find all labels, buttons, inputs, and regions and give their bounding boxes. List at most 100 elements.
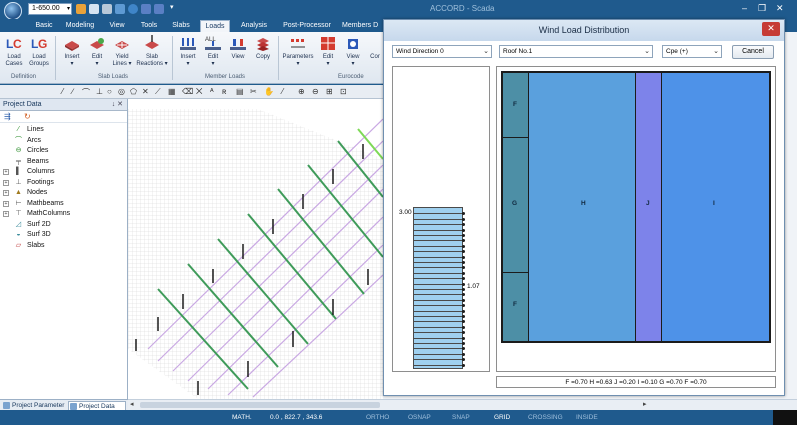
- tree-item-surf2d[interactable]: ◿ Surf 2D: [0, 220, 127, 231]
- cancel-button[interactable]: Cancel: [732, 45, 774, 59]
- circle-center-tool-icon[interactable]: ◎: [118, 87, 125, 96]
- tab-analysis[interactable]: Analysis: [236, 20, 272, 32]
- cpe-select[interactable]: Cpe (+) ⌄: [662, 45, 722, 58]
- eurocode-view-button[interactable]: View ▾: [342, 35, 364, 68]
- eurocode-edit-button[interactable]: Edit ▾: [317, 35, 339, 68]
- yield-lines-button[interactable]: Yield Lines ▾: [110, 35, 134, 68]
- chart-icon[interactable]: [115, 4, 125, 14]
- wind-direction-select[interactable]: Wind Direction 0 ⌄: [392, 45, 492, 58]
- tree-item-nodes[interactable]: + ▲ Nodes: [0, 188, 127, 199]
- horizontal-scrollbar[interactable]: ◂ ▸: [128, 399, 797, 410]
- tab-post-processor[interactable]: Post-Processor: [278, 20, 336, 32]
- filter-icon[interactable]: ⇶: [4, 112, 11, 121]
- zone-f-bottom[interactable]: F: [503, 273, 529, 341]
- load-cases-button[interactable]: LC Load Cases: [3, 35, 25, 68]
- refresh-icon[interactable]: ↻: [24, 112, 31, 121]
- eye-icon[interactable]: [89, 4, 99, 14]
- tree-item-columns[interactable]: + ▌ Columns: [0, 167, 127, 178]
- expand-icon[interactable]: +: [3, 211, 9, 217]
- member-edit-button[interactable]: ALL Edit ▾: [202, 35, 224, 68]
- member-insert-button[interactable]: Insert ▾: [177, 35, 199, 68]
- close-button[interactable]: ✕: [776, 3, 784, 14]
- pan-tool-icon[interactable]: ✋: [264, 87, 274, 96]
- rel-coord-icon[interactable]: ʀ: [222, 87, 226, 96]
- zone-f-top[interactable]: F: [503, 73, 529, 138]
- status-crossing[interactable]: CROSSING: [528, 410, 563, 425]
- down-arrow-icon[interactable]: [154, 4, 164, 14]
- tree-item-footings[interactable]: + ⊥ Footings: [0, 178, 127, 189]
- tree-item-lines[interactable]: ⁄ Lines: [0, 125, 127, 136]
- tab-tools[interactable]: Tools: [136, 20, 162, 32]
- member-view-button[interactable]: View: [227, 35, 249, 61]
- tree-item-mathbeams[interactable]: + ⊢ Mathbeams: [0, 199, 127, 210]
- parameters-button[interactable]: Parameters ▾: [282, 35, 314, 68]
- scroll-right-icon[interactable]: ▸: [643, 400, 647, 408]
- perpendicular-tool-icon[interactable]: ⊥: [96, 87, 103, 96]
- dialog-close-button[interactable]: ✕: [762, 22, 780, 36]
- model-viewport[interactable]: [128, 99, 383, 399]
- expand-icon[interactable]: +: [3, 179, 9, 186]
- print-icon[interactable]: [102, 4, 112, 14]
- tab-loads[interactable]: Loads: [200, 20, 230, 32]
- expand-icon[interactable]: +: [3, 190, 9, 196]
- arc-tool-icon[interactable]: ⌒: [82, 87, 90, 98]
- erase-tool-icon[interactable]: ⌫: [182, 87, 193, 96]
- circle-tool-icon[interactable]: ○: [107, 87, 112, 96]
- tab-slabs[interactable]: Slabs: [168, 20, 194, 32]
- expand-icon[interactable]: +: [3, 169, 9, 175]
- zoom-in-icon[interactable]: ⊕: [298, 87, 305, 96]
- customize-quick-access-icon[interactable]: ▾: [170, 3, 174, 11]
- zone-g[interactable]: G: [503, 138, 529, 273]
- status-osnap[interactable]: OSNAP: [408, 410, 431, 425]
- slab-reactions-button[interactable]: Slab Reactions ▾: [136, 35, 168, 68]
- edit-tool-icon[interactable]: ⟋: [155, 87, 161, 97]
- line-tool-icon[interactable]: ⁄: [62, 87, 63, 96]
- tab-basic[interactable]: Basic: [30, 20, 58, 32]
- tree-item-beams[interactable]: ╤ Beams: [0, 157, 127, 168]
- slab-insert-button[interactable]: Insert ▾: [60, 35, 84, 68]
- status-ortho[interactable]: ORTHO: [366, 410, 389, 425]
- zone-h[interactable]: H: [529, 73, 636, 341]
- scroll-thumb[interactable]: [140, 402, 380, 408]
- load-groups-button[interactable]: LG Load Groups: [27, 35, 51, 68]
- intersect-tool-icon[interactable]: ⨉: [196, 87, 202, 97]
- maximize-button[interactable]: ❐: [758, 3, 766, 14]
- hatch-tool-icon[interactable]: ▦: [168, 87, 176, 96]
- tab-members-design[interactable]: Members D: [342, 20, 384, 32]
- cor-button[interactable]: Cor: [367, 35, 383, 61]
- zone-j[interactable]: J: [636, 73, 662, 341]
- level-combo[interactable]: 1-650.00 ▾: [28, 3, 72, 15]
- app-logo-icon[interactable]: [4, 2, 22, 20]
- minimize-button[interactable]: –: [742, 3, 747, 13]
- member-copy-button[interactable]: Copy: [252, 35, 274, 61]
- zoom-all-icon[interactable]: ⊡: [340, 87, 347, 96]
- polyline-tool-icon[interactable]: ∕: [72, 87, 73, 96]
- expand-icon[interactable]: +: [3, 200, 9, 207]
- status-grid[interactable]: GRID: [494, 410, 510, 425]
- tree-item-arcs[interactable]: ⌒ Arcs: [0, 136, 127, 147]
- zone-i[interactable]: I: [662, 73, 769, 341]
- polygon-tool-icon[interactable]: ⬠: [130, 87, 137, 96]
- slab-edit-button[interactable]: Edit ▾: [85, 35, 109, 68]
- zoom-out-icon[interactable]: ⊖: [312, 87, 319, 96]
- status-math[interactable]: MATH.: [232, 410, 252, 425]
- cross-tool-icon[interactable]: ✕: [142, 87, 149, 96]
- grid-tool-icon[interactable]: ▤: [236, 87, 244, 96]
- tab-modeling[interactable]: Modeling: [62, 20, 98, 32]
- tree-item-circles[interactable]: ⊖ Circles: [0, 146, 127, 157]
- status-snap[interactable]: SNAP: [452, 410, 470, 425]
- trim-tool-icon[interactable]: ✂: [250, 87, 257, 96]
- status-inside[interactable]: INSIDE: [576, 410, 598, 425]
- scroll-left-icon[interactable]: ◂: [130, 400, 134, 408]
- pin-close-icon[interactable]: ↓ ✕: [112, 99, 123, 110]
- tree-item-surf3d[interactable]: ◒ Surf 3D: [0, 230, 127, 241]
- tree-item-slabs[interactable]: ▱ Slabs: [0, 241, 127, 252]
- globe-icon[interactable]: [128, 4, 138, 14]
- zoom-window-icon[interactable]: ⊞: [326, 87, 333, 96]
- pick-tool-icon[interactable]: ⁄: [282, 87, 283, 96]
- tab-view[interactable]: View: [104, 20, 130, 32]
- abs-coord-icon[interactable]: ᴬ: [210, 87, 214, 96]
- open-icon[interactable]: [76, 4, 86, 14]
- up-arrow-icon[interactable]: [141, 4, 151, 14]
- roof-select[interactable]: Roof No.1 ⌄: [499, 45, 653, 58]
